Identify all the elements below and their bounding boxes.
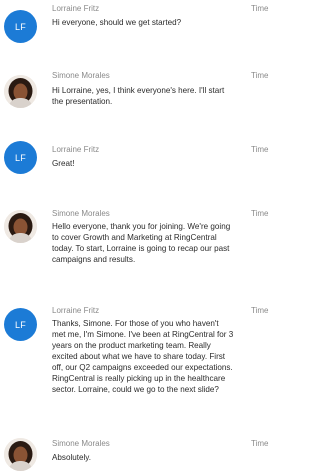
sender-name: Simone Morales [52, 71, 110, 80]
profile-photo [4, 75, 37, 108]
message-text: Hi Lorraine, yes, I think everyone's her… [52, 86, 225, 106]
sender-name: Lorraine Fritz [52, 4, 100, 13]
message-text: Hello everyone, thank you for joining. W… [52, 222, 231, 264]
message-time: Time [251, 209, 269, 218]
message-text: Absolutely. [52, 453, 91, 462]
chat-thread: LF Lorraine Fritz Time Hi everyone, shou… [0, 0, 271, 471]
profile-photo [4, 438, 37, 471]
profile-photo [4, 210, 37, 243]
avatar[interactable] [4, 438, 37, 471]
message-time: Time [251, 71, 269, 80]
message-time: Time [251, 439, 269, 448]
avatar[interactable] [4, 210, 37, 243]
avatar-initials: LF [14, 21, 27, 32]
avatar-initials: LF [14, 152, 27, 163]
message-text: Thanks, Simone. For those of you who hav… [52, 319, 234, 394]
message-text: Great! [52, 159, 75, 168]
sender-name: Simone Morales [52, 209, 110, 218]
message-time: Time [251, 145, 269, 154]
message-time: Time [251, 306, 269, 315]
avatar-initials: LF [14, 319, 27, 330]
message-text: Hi everyone, should we get started? [52, 18, 182, 27]
avatar[interactable] [4, 75, 37, 108]
sender-name: Lorraine Fritz [52, 145, 100, 154]
avatar[interactable]: LF [4, 141, 37, 174]
sender-name: Simone Morales [52, 439, 110, 448]
sender-name: Lorraine Fritz [52, 306, 100, 315]
avatar[interactable]: LF [4, 308, 37, 341]
message-time: Time [251, 4, 269, 13]
avatar[interactable]: LF [4, 10, 37, 43]
